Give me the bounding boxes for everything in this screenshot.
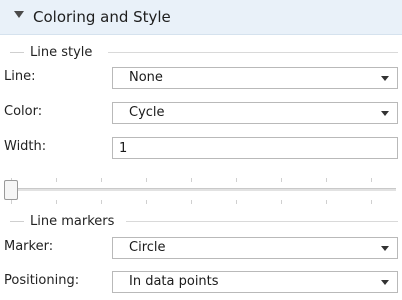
width-label: Width: <box>4 139 47 154</box>
positioning-combobox[interactable]: In data points <box>112 271 398 293</box>
chevron-down-icon <box>381 111 389 116</box>
slider-tick <box>371 178 372 182</box>
width-input[interactable] <box>113 138 397 158</box>
marker-label: Marker: <box>4 239 54 254</box>
slider-tick <box>101 178 102 182</box>
slider-tick <box>146 200 147 204</box>
chevron-down-icon <box>381 280 389 285</box>
width-field[interactable] <box>112 137 398 159</box>
slider-tick <box>101 200 102 204</box>
marker-value: Circle <box>129 240 166 255</box>
slider-thumb[interactable] <box>4 180 18 200</box>
coloring-and-style-panel: Coloring and Style Line style Line: None… <box>0 0 402 300</box>
color-value: Cycle <box>129 105 165 120</box>
slider-track[interactable] <box>10 188 396 191</box>
slider-tick <box>326 178 327 182</box>
line-label: Line: <box>4 69 36 84</box>
slider-tick <box>56 200 57 204</box>
legend-rule-right <box>126 221 398 222</box>
slider-tick <box>56 178 57 182</box>
line-combobox[interactable]: None <box>112 67 398 89</box>
slider-tick <box>146 178 147 182</box>
positioning-label: Positioning: <box>4 273 80 288</box>
slider-tick <box>281 200 282 204</box>
width-slider[interactable] <box>4 178 398 204</box>
positioning-value: In data points <box>129 274 219 289</box>
section-title: Coloring and Style <box>33 8 171 26</box>
slider-tick <box>326 200 327 204</box>
legend-rule-right <box>108 52 398 53</box>
chevron-down-icon <box>381 76 389 81</box>
chevron-down-icon <box>381 246 389 251</box>
slider-tick <box>191 200 192 204</box>
line-style-label: Line style <box>30 44 93 60</box>
slider-tick <box>236 178 237 182</box>
marker-combobox[interactable]: Circle <box>112 237 398 259</box>
line-markers-legend: Line markers <box>10 212 114 230</box>
slider-tick <box>371 200 372 204</box>
line-value: None <box>129 70 163 85</box>
slider-tick <box>11 200 12 204</box>
collapse-triangle-icon[interactable] <box>14 11 24 18</box>
line-style-legend: Line style <box>10 43 92 61</box>
section-header-coloring-and-style[interactable]: Coloring and Style <box>0 0 402 35</box>
line-markers-label: Line markers <box>30 213 115 229</box>
slider-tick <box>191 178 192 182</box>
slider-tick <box>281 178 282 182</box>
slider-tick <box>236 200 237 204</box>
color-label: Color: <box>4 104 43 119</box>
color-combobox[interactable]: Cycle <box>112 102 398 124</box>
legend-rule-left <box>10 220 24 222</box>
legend-rule-left <box>10 51 24 53</box>
